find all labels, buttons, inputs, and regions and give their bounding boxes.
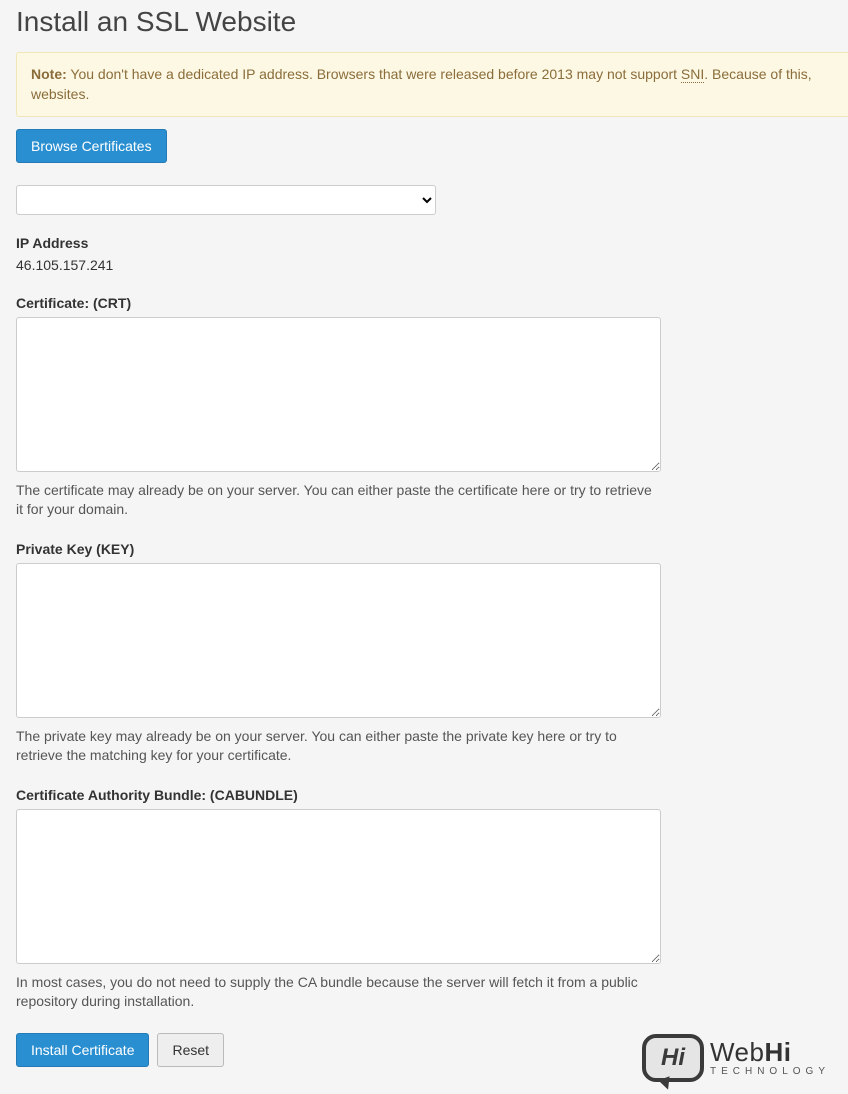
ip-address-value: 46.105.157.241 <box>16 257 832 273</box>
install-certificate-button[interactable]: Install Certificate <box>16 1033 149 1067</box>
sni-abbr: SNI <box>681 66 704 83</box>
note-text-1: You don't have a dedicated IP address. B… <box>67 66 681 82</box>
ip-address-label: IP Address <box>16 235 832 251</box>
brand-logo: Hi WebHi TECHNOLOGY <box>642 1034 830 1082</box>
logo-hi-text: Hi <box>661 1044 685 1072</box>
logo-brand: WebHi <box>710 1039 830 1065</box>
private-key-help: The private key may already be on your s… <box>16 727 661 765</box>
reset-button[interactable]: Reset <box>157 1033 224 1067</box>
logo-bubble-icon: Hi <box>642 1034 704 1082</box>
note-banner: Note: You don't have a dedicated IP addr… <box>16 52 848 117</box>
domain-select[interactable] <box>16 185 436 215</box>
certificate-textarea[interactable] <box>16 317 661 472</box>
certificate-help: The certificate may already be on your s… <box>16 481 661 519</box>
page-title: Install an SSL Website <box>16 6 832 38</box>
private-key-textarea[interactable] <box>16 563 661 718</box>
note-prefix: Note: <box>31 66 67 82</box>
cabundle-textarea[interactable] <box>16 809 661 964</box>
private-key-label: Private Key (KEY) <box>16 541 832 557</box>
certificate-label: Certificate: (CRT) <box>16 295 832 311</box>
cabundle-help: In most cases, you do not need to supply… <box>16 973 661 1011</box>
logo-subtitle: TECHNOLOGY <box>710 1067 830 1077</box>
cabundle-label: Certificate Authority Bundle: (CABUNDLE) <box>16 787 832 803</box>
browse-certificates-button[interactable]: Browse Certificates <box>16 129 167 163</box>
